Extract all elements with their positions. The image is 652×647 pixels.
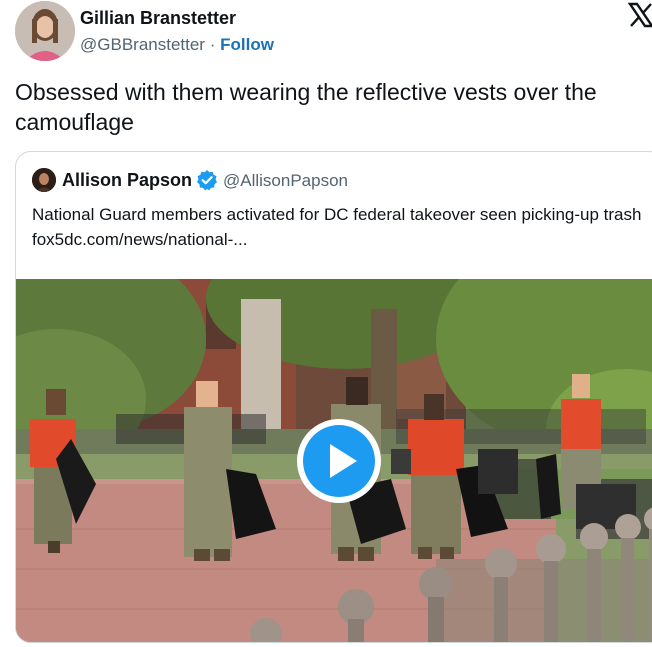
quoted-author-handle[interactable]: @AllisonPapson	[223, 171, 348, 191]
quoted-author-name[interactable]: Allison Papson	[62, 170, 192, 191]
play-button-circle	[303, 425, 375, 497]
tweet-embed: Gillian Branstetter @GBBranstetter · Fol…	[0, 0, 652, 647]
author-handle[interactable]: @GBBranstetter	[80, 35, 205, 54]
quoted-tweet-text: National Guard members activated for DC …	[32, 205, 642, 249]
verified-badge-icon	[197, 170, 217, 191]
quoted-tweet-card[interactable]: Allison Papson @AllisonPapson National G…	[15, 151, 652, 643]
follow-button[interactable]: Follow	[220, 35, 274, 54]
tweet-text: Obsessed with them wearing the reflectiv…	[15, 79, 597, 135]
play-icon	[330, 444, 357, 478]
quoted-author-avatar[interactable]	[32, 168, 56, 192]
meta-separator: ·	[209, 35, 216, 54]
video-media[interactable]	[16, 279, 652, 642]
x-logo-icon[interactable]	[628, 2, 652, 28]
author-avatar[interactable]	[15, 1, 75, 61]
author-meta: @GBBranstetter · Follow	[80, 35, 274, 55]
author-name[interactable]: Gillian Branstetter	[80, 8, 236, 29]
quoted-author-avatar-image	[32, 168, 56, 192]
play-button[interactable]	[297, 419, 381, 503]
author-avatar-image	[15, 1, 75, 61]
